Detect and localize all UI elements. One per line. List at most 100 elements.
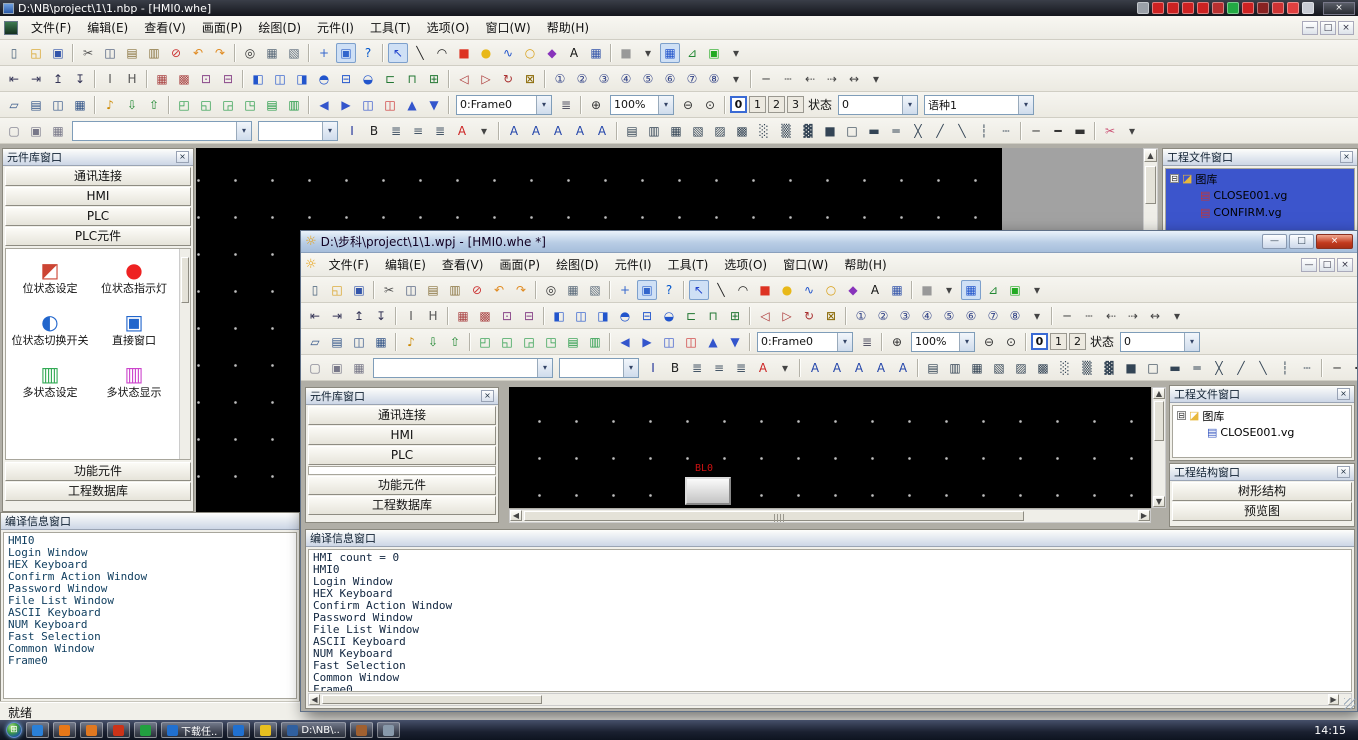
tree-item[interactable]: ⊟ ◪ 图库: [1173, 407, 1351, 424]
tray-icon[interactable]: [1182, 2, 1194, 14]
bit-lamp-element[interactable]: [685, 477, 731, 505]
hatch-pattern-icon[interactable]: ▬: [1165, 358, 1185, 378]
menu-item[interactable]: 工具(T): [660, 254, 717, 275]
char-style-5-icon[interactable]: A: [592, 121, 612, 141]
layer-2-icon[interactable]: ②: [572, 69, 592, 89]
hatch-pattern-icon[interactable]: ▓: [798, 121, 818, 141]
line-solid-icon[interactable]: ─: [1057, 306, 1077, 326]
hatch-pattern-icon[interactable]: ▥: [644, 121, 664, 141]
mdi-minimize-button[interactable]: —: [1301, 258, 1317, 272]
taskbar-item[interactable]: [107, 722, 130, 738]
close-icon[interactable]: ×: [1337, 466, 1350, 478]
zoom-out-icon[interactable]: ⊖: [678, 95, 698, 115]
frame-red-icon[interactable]: ◫: [681, 332, 701, 352]
component-item[interactable]: ▥ 多状态设定: [8, 361, 92, 399]
tree-item[interactable]: ▤ CLOSE001.vg: [1166, 187, 1354, 204]
font-color-dropdown-icon[interactable]: ▾: [775, 358, 795, 378]
close-icon[interactable]: ×: [1340, 151, 1353, 163]
start-button[interactable]: ⊞: [6, 722, 22, 738]
hatch-pattern-icon[interactable]: ╲: [952, 121, 972, 141]
hatch-pattern-icon[interactable]: ▬: [864, 121, 884, 141]
new-file-icon[interactable]: ▯: [4, 43, 24, 63]
layer-2-icon[interactable]: ②: [873, 306, 893, 326]
polyline-tool-icon[interactable]: ∿: [799, 280, 819, 300]
nudge-down-icon[interactable]: ↧: [70, 69, 90, 89]
zoom-select[interactable]: 100%▾: [911, 332, 975, 352]
close-icon[interactable]: ×: [1337, 388, 1350, 400]
hatch-pattern-icon[interactable]: ╳: [1209, 358, 1229, 378]
line-style-dropdown-icon[interactable]: ▾: [1167, 306, 1187, 326]
same-height-icon[interactable]: ⊓: [402, 69, 422, 89]
scrollbar-thumb[interactable]: [524, 511, 1024, 521]
menu-item[interactable]: 文件(F): [23, 17, 79, 38]
align-center-icon[interactable]: ◫: [571, 306, 591, 326]
char-style-5-icon[interactable]: A: [893, 358, 913, 378]
scroll-left-button[interactable]: ◀: [309, 694, 320, 705]
layer-5-icon[interactable]: ⑤: [939, 306, 959, 326]
hatch-pattern-icon[interactable]: ░: [754, 121, 774, 141]
pan-icon[interactable]: +: [615, 280, 635, 300]
flip-horizontal-icon[interactable]: ◁: [454, 69, 474, 89]
maximize-button[interactable]: □: [1289, 234, 1314, 249]
mdi-close-button[interactable]: ×: [1337, 258, 1353, 272]
height-tool-icon[interactable]: H: [122, 69, 142, 89]
component-list-scrollbar[interactable]: [179, 249, 190, 459]
align-text-left-icon[interactable]: ≣: [687, 358, 707, 378]
mdi-close-button[interactable]: ×: [1338, 21, 1354, 35]
hatch-pattern-icon[interactable]: ╳: [908, 121, 928, 141]
state-button[interactable]: 2: [768, 96, 785, 113]
undo-icon[interactable]: ↶: [489, 280, 509, 300]
inner-canvas-vscrollbar[interactable]: ▲ ▼: [1152, 387, 1166, 508]
tray-icon[interactable]: [1197, 2, 1209, 14]
nudge-up-icon[interactable]: ↥: [349, 306, 369, 326]
align-right-icon[interactable]: ◨: [593, 306, 613, 326]
hatch-pattern-icon[interactable]: ▒: [776, 121, 796, 141]
child-window[interactable]: ☼ D:\步科\project\1\1.wpj - [HMI0.whe *] —…: [300, 230, 1358, 712]
same-height-icon[interactable]: ⊓: [703, 306, 723, 326]
line-dash-icon[interactable]: ┄: [1079, 306, 1099, 326]
library-group-button[interactable]: PLC: [5, 207, 191, 226]
hatch-pattern-icon[interactable]: ═: [1187, 358, 1207, 378]
hatch-pattern-icon[interactable]: ▓: [1099, 358, 1119, 378]
hatch-pattern-icon[interactable]: ░: [1055, 358, 1075, 378]
circle-tool-icon[interactable]: ●: [476, 43, 496, 63]
align-text-right-icon[interactable]: ≣: [430, 121, 450, 141]
multi-copy-icon[interactable]: ▦: [152, 69, 172, 89]
array-copy-icon[interactable]: ▩: [174, 69, 194, 89]
language-select[interactable]: 语种1▾: [924, 95, 1034, 115]
tray-icon[interactable]: [1212, 2, 1224, 14]
line-width-2-icon[interactable]: ━: [1048, 121, 1068, 141]
scroll-right-button[interactable]: ▶: [1328, 694, 1339, 705]
screen-preview-icon[interactable]: ▣: [704, 43, 724, 63]
redo-icon[interactable]: ↷: [511, 280, 531, 300]
layer-8-icon[interactable]: ⑧: [704, 69, 724, 89]
layer-3-icon[interactable]: ③: [895, 306, 915, 326]
state-graphic-icon[interactable]: ▢: [305, 358, 325, 378]
layer-6-icon[interactable]: ⑥: [961, 306, 981, 326]
lock-icon[interactable]: ⊠: [821, 306, 841, 326]
paste-icon[interactable]: ▤: [423, 280, 443, 300]
print-preview-icon[interactable]: ▧: [284, 43, 304, 63]
layer-4-icon[interactable]: ④: [616, 69, 636, 89]
help-icon[interactable]: ?: [659, 280, 679, 300]
window-grid-icon[interactable]: ▥: [585, 332, 605, 352]
hatch-pattern-icon[interactable]: ▤: [622, 121, 642, 141]
close-button[interactable]: ×: [1323, 2, 1355, 15]
frame-blue-icon[interactable]: ◫: [358, 95, 378, 115]
taskbar-item[interactable]: [80, 722, 103, 738]
component-item[interactable]: ▥ 多状态显示: [92, 361, 176, 399]
hatch-pattern-icon[interactable]: ▩: [1033, 358, 1053, 378]
nudge-left-icon[interactable]: ⇤: [4, 69, 24, 89]
tree-item[interactable]: ▤ CLOSE001.vg: [1173, 424, 1351, 441]
hatch-pattern-icon[interactable]: ■: [820, 121, 840, 141]
inner-canvas[interactable]: BL0: [509, 387, 1151, 508]
hatch-pattern-icon[interactable]: ▨: [710, 121, 730, 141]
prev-frame-icon[interactable]: ◀: [314, 95, 334, 115]
align-middle-icon[interactable]: ⊟: [336, 69, 356, 89]
structure-view-button[interactable]: 树形结构: [1172, 482, 1352, 501]
arrow-both-icon[interactable]: ↔: [844, 69, 864, 89]
component-item[interactable]: ◩ 位状态设定: [8, 257, 92, 295]
frame-select[interactable]: 0:Frame0▾: [757, 332, 853, 352]
trend-icon[interactable]: ⊿: [682, 43, 702, 63]
vector-graphic-icon[interactable]: ▣: [327, 358, 347, 378]
